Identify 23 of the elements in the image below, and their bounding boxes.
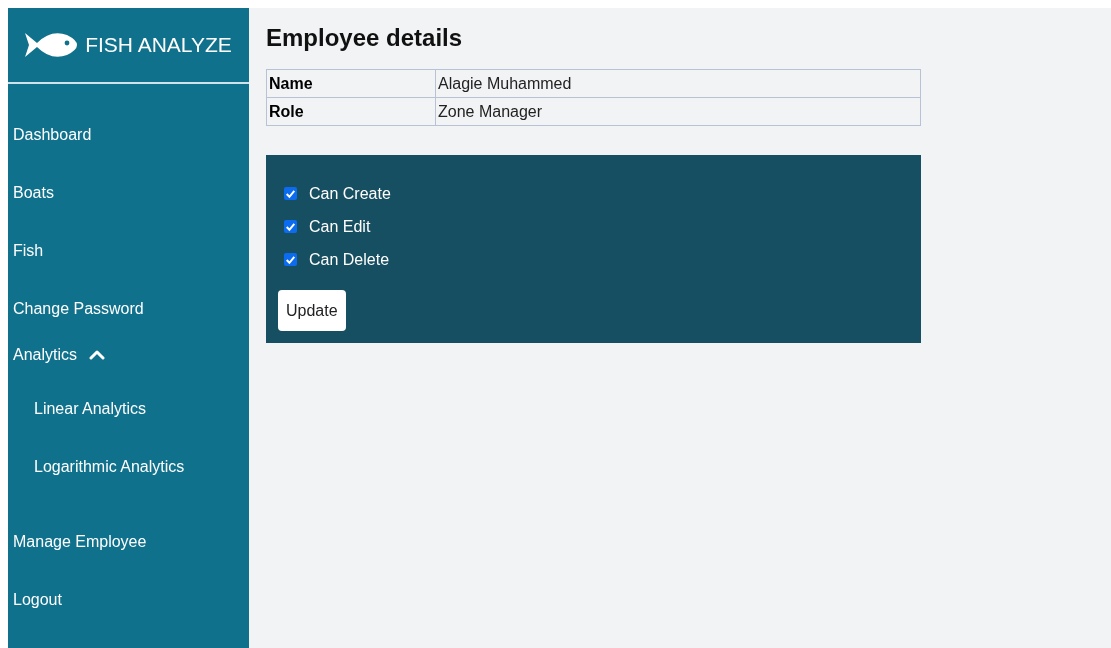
checkbox-label: Can Edit bbox=[309, 217, 371, 236]
nav-subitem[interactable]: Logarithmic Analytics bbox=[8, 438, 249, 496]
nav-item[interactable]: Analytics bbox=[8, 338, 249, 372]
nav-item[interactable]: Logout bbox=[8, 571, 249, 629]
nav-item[interactable]: Manage Employee bbox=[8, 513, 249, 571]
update-button[interactable]: Update bbox=[278, 290, 346, 331]
checkbox[interactable] bbox=[284, 220, 297, 233]
checkbox[interactable] bbox=[284, 187, 297, 200]
table-cell: Role bbox=[266, 97, 436, 126]
page-title: Employee details bbox=[266, 24, 464, 52]
fish-icon bbox=[25, 31, 78, 59]
table-cell: Zone Manager bbox=[435, 97, 921, 126]
nav-item[interactable]: Fish bbox=[8, 222, 249, 280]
checkbox[interactable] bbox=[284, 253, 297, 266]
nav-subitem[interactable]: Linear Analytics bbox=[8, 380, 249, 438]
nav-item[interactable]: Change Password bbox=[8, 280, 249, 338]
checkbox-label: Can Create bbox=[309, 184, 391, 203]
table-cell: Alagie Muhammed bbox=[435, 69, 921, 98]
app-title: FISH ANALYZE bbox=[85, 33, 232, 57]
table-cell: Name bbox=[266, 69, 436, 98]
nav-item[interactable]: Boats bbox=[8, 164, 249, 222]
checkbox-label: Can Delete bbox=[309, 250, 390, 269]
nav-item[interactable]: Dashboard bbox=[8, 106, 249, 164]
